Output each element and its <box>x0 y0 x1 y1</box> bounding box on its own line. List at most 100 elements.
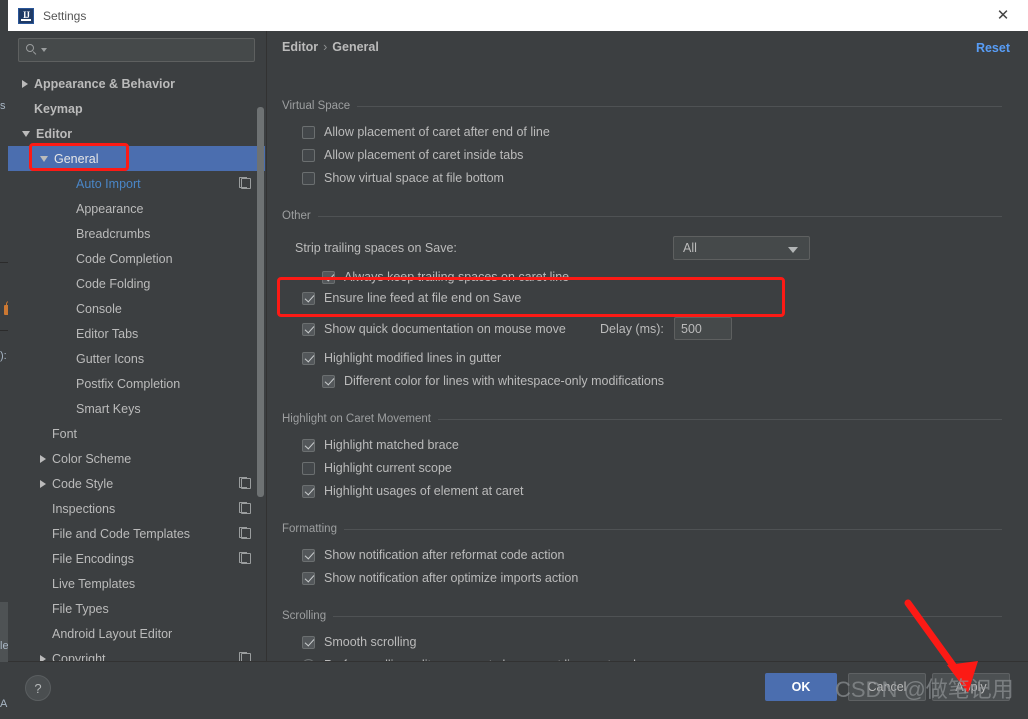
group-header-virtual-space: Virtual Space <box>282 100 1028 112</box>
sidebar-item-label: Editor <box>36 126 73 141</box>
label-highlight-current-scope: Highlight current scope <box>324 461 452 475</box>
sidebar-item-label: General <box>54 151 99 166</box>
checkbox-row-notify-optimize-imports[interactable]: Show notification after optimize imports… <box>302 571 578 585</box>
sidebar-item-breadcrumbs[interactable]: Breadcrumbs <box>8 221 265 246</box>
checkbox-row-always-keep-trailing-spaces[interactable]: Always keep trailing spaces on caret lin… <box>322 270 569 284</box>
help-button[interactable]: ? <box>25 675 51 701</box>
checkbox-ensure-line-feed[interactable] <box>302 291 315 305</box>
search-box[interactable] <box>18 38 255 62</box>
sidebar-item-file-types[interactable]: File Types <box>8 596 265 621</box>
cancel-button[interactable]: Cancel <box>848 673 926 701</box>
checkbox-row-highlight-matched-brace[interactable]: Highlight matched brace <box>302 438 459 452</box>
copy-icon[interactable] <box>239 477 251 489</box>
copy-icon[interactable] <box>239 652 251 661</box>
window-titlebar: IJ Settings ✕ <box>8 0 1028 31</box>
sidebar-item-label: Color Scheme <box>52 451 132 466</box>
breadcrumb-root[interactable]: Editor <box>282 40 318 54</box>
checkbox-row-allow-caret-after-eol[interactable]: Allow placement of caret after end of li… <box>302 125 550 139</box>
sidebar-item-code-folding[interactable]: Code Folding <box>8 271 265 296</box>
copy-icon[interactable] <box>239 502 251 514</box>
sidebar-item-gutter-icons[interactable]: Gutter Icons <box>8 346 265 371</box>
ok-button[interactable]: OK <box>765 673 837 701</box>
checkbox-smooth-scrolling[interactable] <box>302 635 315 649</box>
sidebar-item-keymap[interactable]: Keymap <box>8 96 265 121</box>
sidebar-scrollbar-track[interactable] <box>256 69 265 497</box>
close-icon[interactable]: ✕ <box>994 7 1012 25</box>
checkbox-row-notify-reformat[interactable]: Show notification after reformat code ac… <box>302 548 564 562</box>
checkbox-notify-optimize-imports[interactable] <box>302 571 315 585</box>
copy-icon[interactable] <box>239 527 251 539</box>
chevron-right-icon[interactable] <box>40 454 46 463</box>
checkbox-row-show-virtual-space-bottom[interactable]: Show virtual space at file bottom <box>302 171 504 185</box>
checkbox-allow-caret-after-eol[interactable] <box>302 125 315 139</box>
select-strip-trailing-spaces[interactable]: All <box>673 236 810 260</box>
group-header-scrolling: Scrolling <box>282 610 1028 622</box>
sidebar-item-android-layout-editor[interactable]: Android Layout Editor <box>8 621 265 646</box>
copy-icon[interactable] <box>239 177 251 189</box>
label-allow-caret-after-eol: Allow placement of caret after end of li… <box>324 125 550 139</box>
sidebar-item-code-completion[interactable]: Code Completion <box>8 246 265 271</box>
sidebar-item-editor-tabs[interactable]: Editor Tabs <box>8 321 265 346</box>
bg-fragment-4: A <box>0 698 8 710</box>
settings-tree[interactable]: Appearance & Behavior Keymap Editor General… <box>8 71 265 661</box>
checkbox-highlight-matched-brace[interactable] <box>302 438 315 452</box>
sidebar-item-smart-keys[interactable]: Smart Keys <box>8 396 265 421</box>
apply-button[interactable]: Apply <box>932 673 1010 701</box>
checkbox-show-virtual-space-bottom[interactable] <box>302 171 315 185</box>
checkbox-notify-reformat[interactable] <box>302 548 315 562</box>
group-title-highlight-caret: Highlight on Caret Movement <box>282 413 431 425</box>
group-rule <box>343 528 1002 530</box>
copy-icon[interactable] <box>239 552 251 564</box>
sidebar-item-label: Appearance <box>76 201 144 216</box>
sidebar-item-file-and-code-templates[interactable]: File and Code Templates <box>8 521 265 546</box>
checkbox-highlight-current-scope[interactable] <box>302 461 315 475</box>
checkbox-highlight-modified-lines[interactable] <box>302 351 315 365</box>
sidebar-item-live-templates[interactable]: Live Templates <box>8 571 265 596</box>
chevron-right-icon[interactable] <box>40 479 46 488</box>
checkbox-always-keep-trailing-spaces[interactable] <box>322 270 335 284</box>
checkbox-row-allow-caret-inside-tabs[interactable]: Allow placement of caret inside tabs <box>302 148 523 162</box>
sidebar-item-postfix-completion[interactable]: Postfix Completion <box>8 371 265 396</box>
group-rule <box>437 418 1002 420</box>
checkbox-different-color-whitespace[interactable] <box>322 374 335 388</box>
checkbox-allow-caret-inside-tabs[interactable] <box>302 148 315 162</box>
sidebar-item-label: Console <box>76 301 122 316</box>
checkbox-row-ensure-line-feed[interactable]: Ensure line feed at file end on Save <box>302 291 521 305</box>
checkbox-row-highlight-modified-lines[interactable]: Highlight modified lines in gutter <box>302 351 501 365</box>
delay-input[interactable] <box>674 317 732 340</box>
label-highlight-matched-brace: Highlight matched brace <box>324 438 459 452</box>
sidebar-item-appearance[interactable]: Appearance <box>8 196 265 221</box>
sidebar-item-console[interactable]: Console <box>8 296 265 321</box>
checkbox-row-highlight-usages[interactable]: Highlight usages of element at caret <box>302 484 523 498</box>
sidebar-item-code-style[interactable]: Code Style <box>8 471 265 496</box>
checkbox-row-different-color-whitespace[interactable]: Different color for lines with whitespac… <box>322 374 664 388</box>
chevron-down-icon[interactable] <box>22 130 30 137</box>
sidebar-item-auto-import[interactable]: Auto Import <box>8 171 265 196</box>
label-smooth-scrolling: Smooth scrolling <box>324 635 417 649</box>
sidebar-item-appearance-behavior[interactable]: Appearance & Behavior <box>8 71 265 96</box>
chevron-down-icon[interactable] <box>40 155 48 162</box>
sidebar-item-inspections[interactable]: Inspections <box>8 496 265 521</box>
chevron-down-icon[interactable] <box>41 48 47 52</box>
checkbox-row-smooth-scrolling[interactable]: Smooth scrolling <box>302 635 416 649</box>
sidebar-item-color-scheme[interactable]: Color Scheme <box>8 446 265 471</box>
sidebar-item-copyright[interactable]: Copyright <box>8 646 265 661</box>
intellij-idea-icon: IJ <box>18 7 34 24</box>
sidebar-item-general[interactable]: General <box>8 146 265 171</box>
label-different-color-whitespace: Different color for lines with whitespac… <box>344 374 665 388</box>
chevron-right-icon[interactable] <box>22 79 28 88</box>
checkbox-row-highlight-current-scope[interactable]: Highlight current scope <box>302 461 452 475</box>
sidebar-item-label: Copyright <box>52 651 106 662</box>
sidebar-item-editor[interactable]: Editor <box>8 121 265 146</box>
search-input[interactable] <box>51 42 254 58</box>
bg-fragment-0: s <box>0 100 6 112</box>
reset-link[interactable]: Reset <box>976 41 1010 55</box>
sidebar-item-file-encodings[interactable]: File Encodings <box>8 546 265 571</box>
checkbox-row-show-quick-documentation[interactable]: Show quick documentation on mouse move <box>302 322 566 336</box>
sidebar-item-font[interactable]: Font <box>8 421 265 446</box>
sidebar-scrollbar-thumb[interactable] <box>257 107 264 497</box>
checkbox-highlight-usages[interactable] <box>302 484 315 498</box>
label-always-keep-trailing-spaces: Always keep trailing spaces on caret lin… <box>344 270 570 284</box>
checkbox-show-quick-documentation[interactable] <box>302 322 315 336</box>
group-rule <box>333 615 1002 617</box>
